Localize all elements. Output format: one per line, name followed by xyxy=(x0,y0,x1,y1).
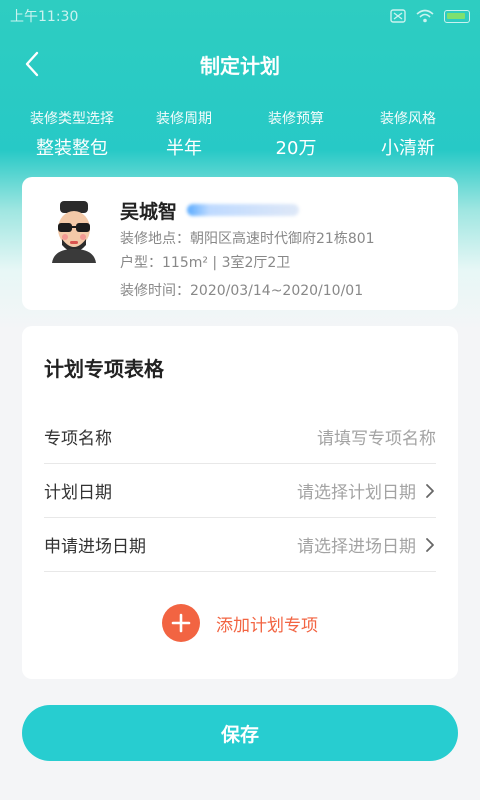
stat-style[interactable]: 装修风格 小清新 xyxy=(352,108,464,168)
plan-form: 专项名称 请填写专项名称 计划日期 请选择计划日期 申请进场日期 请选择进场日期 xyxy=(44,410,436,572)
save-button[interactable]: 保存 xyxy=(22,705,458,761)
plan-table-title: 计划专项表格 xyxy=(44,357,164,381)
name-row: 吴城智 xyxy=(120,197,434,223)
add-plan-item-label: 添加计划专项 xyxy=(216,615,318,636)
user-info: 吴城智 装修地点：朝阳区高速时代御府21栋801 户型：115m² | 3室2厅… xyxy=(120,197,434,300)
battery-icon xyxy=(444,9,470,23)
status-time: 上午11:30 xyxy=(10,9,79,25)
item-name-row[interactable]: 专项名称 请填写专项名称 xyxy=(44,410,436,464)
status-bar: 上午11:30 xyxy=(0,0,480,32)
back-button[interactable] xyxy=(14,46,50,82)
stat-label: 装修类型选择 xyxy=(30,111,114,127)
item-name-input[interactable]: 请填写专项名称 xyxy=(317,424,436,449)
user-card: 吴城智 装修地点：朝阳区高速时代御府21栋801 户型：115m² | 3室2厅… xyxy=(22,177,458,310)
item-name-field[interactable]: 请填写专项名称 xyxy=(317,424,436,449)
plan-summary: 装修类型选择 整装整包 装修周期 半年 装修预算 20万 装修风格 小清新 xyxy=(0,108,480,168)
entry-date-picker[interactable]: 请选择进场日期 xyxy=(297,532,436,557)
plan-date-row[interactable]: 计划日期 请选择计划日期 xyxy=(44,464,436,518)
house-layout: 户型：115m² | 3室2厅2卫 xyxy=(120,255,291,271)
stat-type[interactable]: 装修类型选择 整装整包 xyxy=(16,108,128,168)
stat-value: 半年 xyxy=(166,138,202,159)
status-icons xyxy=(390,9,470,23)
notification-icon xyxy=(390,9,406,23)
entry-date-placeholder: 请选择进场日期 xyxy=(297,537,416,557)
chevron-right-icon xyxy=(426,483,434,498)
stat-value: 整装整包 xyxy=(36,138,108,159)
chevron-right-icon xyxy=(426,537,434,552)
plus-icon xyxy=(162,604,200,642)
address: 装修地点：朝阳区高速时代御府21栋801 xyxy=(120,231,375,247)
plan-date-placeholder: 请选择计划日期 xyxy=(297,483,416,503)
stat-label: 装修周期 xyxy=(156,111,212,127)
wifi-icon xyxy=(416,9,434,23)
renovation-period: 装修时间：2020/03/14~2020/10/01 xyxy=(120,283,364,299)
add-plan-item-button[interactable]: 添加计划专项 xyxy=(22,604,458,642)
page-title: 制定计划 xyxy=(200,53,280,78)
chevron-left-icon xyxy=(25,51,39,77)
stat-value: 20万 xyxy=(275,138,317,159)
navigation-bar: 制定计划 xyxy=(0,32,480,96)
stat-period[interactable]: 装修周期 半年 xyxy=(128,108,240,168)
stat-label: 装修风格 xyxy=(380,111,436,127)
plan-date-picker[interactable]: 请选择计划日期 xyxy=(297,478,436,503)
plan-card: 计划专项表格 专项名称 请填写专项名称 计划日期 请选择计划日期 申请进场日期 … xyxy=(22,326,458,679)
stat-budget[interactable]: 装修预算 20万 xyxy=(240,108,352,168)
stat-label: 装修预算 xyxy=(268,111,324,127)
entry-date-label: 申请进场日期 xyxy=(44,537,146,557)
stat-value: 小清新 xyxy=(381,138,435,159)
user-name: 吴城智 xyxy=(120,200,178,223)
avatar xyxy=(52,201,96,263)
item-name-label: 专项名称 xyxy=(44,429,112,449)
entry-date-row[interactable]: 申请进场日期 请选择进场日期 xyxy=(44,518,436,572)
phone-number-redacted xyxy=(187,204,300,216)
plan-date-label: 计划日期 xyxy=(44,483,112,503)
